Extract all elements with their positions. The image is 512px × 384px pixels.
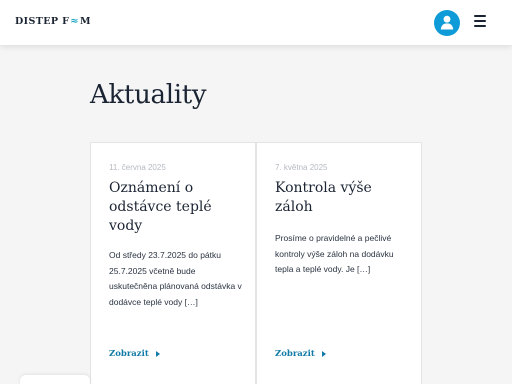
news-card: 7. května 2025 Kontrola výše záloh Prosí… — [256, 142, 422, 384]
chevron-right-icon — [155, 351, 160, 357]
user-account-button[interactable] — [434, 10, 460, 36]
logo-wave-icon: ≈ — [70, 16, 80, 27]
chevron-right-icon — [321, 351, 326, 357]
logo-text-right: M — [80, 16, 91, 27]
show-more-link[interactable]: Zobrazit — [275, 349, 326, 359]
news-date: 11. června 2025 — [109, 163, 166, 172]
news-excerpt: Od středy 23.7.2025 do pátku 25.7.2025 v… — [109, 250, 242, 307]
site-logo[interactable]: DISTEP F ≈ M — [15, 16, 91, 27]
hamburger-line — [474, 15, 486, 17]
news-excerpt: Prosíme o pravidelné a pečlivé kontroly … — [275, 233, 394, 274]
hamburger-line — [474, 20, 486, 22]
hamburger-line — [474, 25, 486, 27]
news-title[interactable]: Oznámení o odstávce teplé vody — [109, 179, 244, 236]
cookie-banner-edge[interactable] — [20, 375, 90, 384]
site-header: DISTEP F ≈ M — [0, 0, 512, 45]
logo-text-left: DISTEP F — [15, 16, 70, 27]
news-card: 11. června 2025 Oznámení o odstávce tepl… — [90, 142, 256, 384]
news-date: 7. května 2025 — [275, 163, 328, 172]
news-title[interactable]: Kontrola výše záloh — [275, 179, 410, 217]
user-icon — [440, 15, 454, 30]
show-more-link[interactable]: Zobrazit — [109, 349, 160, 359]
show-more-label: Zobrazit — [275, 349, 315, 359]
show-more-label: Zobrazit — [109, 349, 149, 359]
page-title: Aktuality — [90, 80, 207, 110]
hamburger-menu-icon[interactable] — [474, 15, 486, 27]
